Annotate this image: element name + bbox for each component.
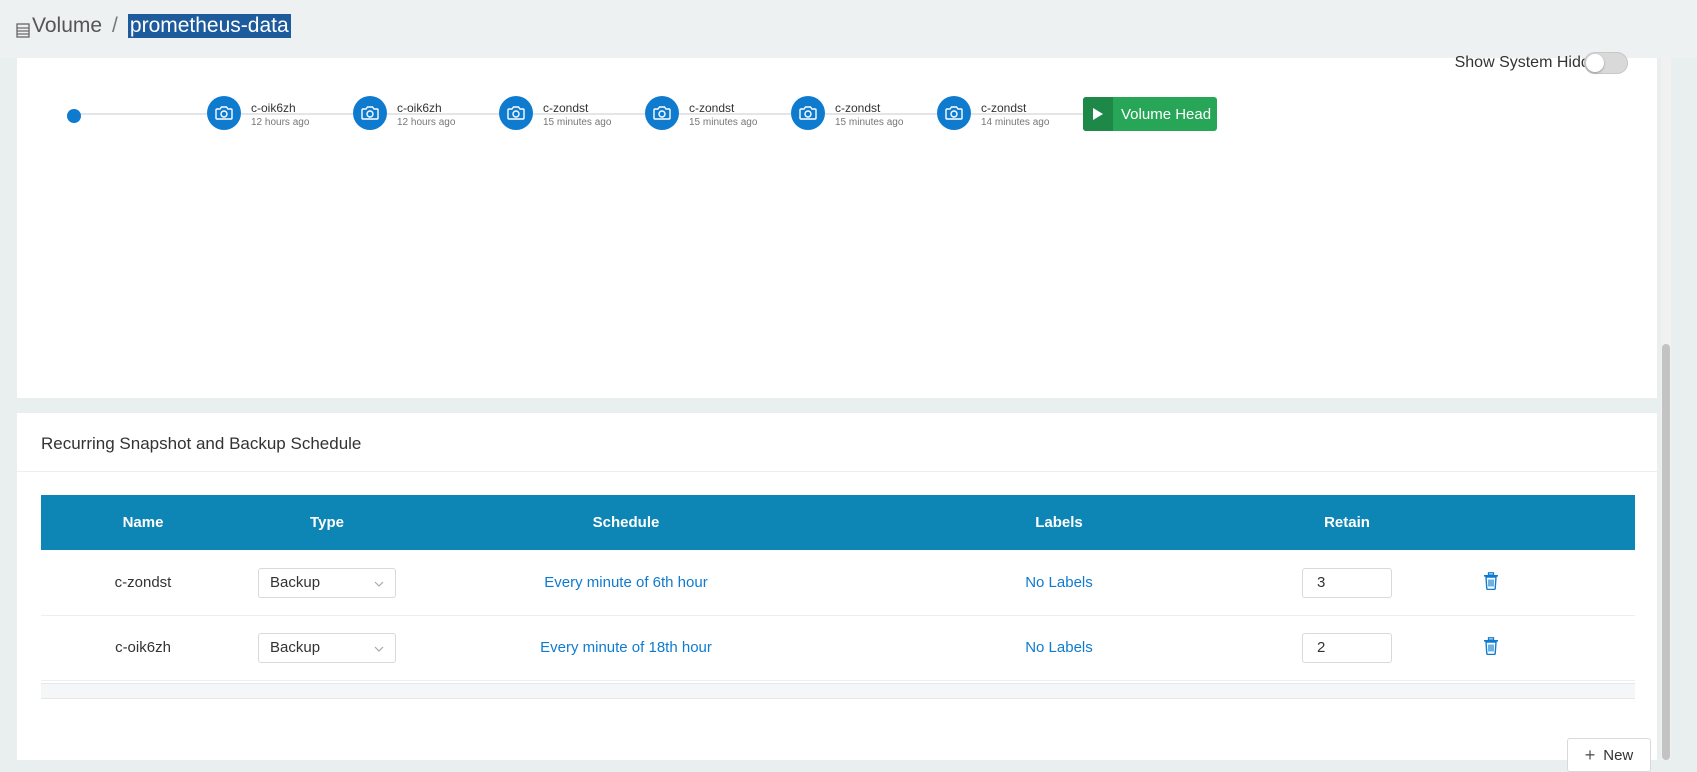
schedule-type-value: Backup xyxy=(270,639,321,656)
volume-head-button[interactable]: Volume Head xyxy=(1083,97,1217,131)
schedule-name: c-oik6zh xyxy=(115,639,171,656)
schedule-type-select[interactable]: Backup xyxy=(258,632,396,663)
column-header-schedule: Schedule xyxy=(592,514,660,531)
breadcrumb-current-volume: prometheus-data xyxy=(127,14,291,38)
camera-icon[interactable] xyxy=(499,96,533,130)
column-header-name: Name xyxy=(122,514,164,531)
retain-input[interactable] xyxy=(1302,632,1392,663)
snapshot-time: 15 minutes ago xyxy=(689,117,758,128)
schedule-type-cell: Backup xyxy=(258,550,396,615)
schedule-labels-cell: No Labels xyxy=(999,550,1119,615)
page-scrollbar[interactable] xyxy=(1661,58,1671,760)
camera-icon[interactable] xyxy=(791,96,825,130)
snapshot-time: 15 minutes ago xyxy=(543,117,612,128)
schedule-name-cell: c-oik6zh xyxy=(83,615,203,680)
snapshot-name: c-zondst xyxy=(689,101,735,115)
snapshot-name: c-zondst xyxy=(543,101,589,115)
schedule-labels-cell: No Labels xyxy=(999,615,1119,680)
column-header-retain: Retain xyxy=(1324,514,1370,531)
schedule-labels-link[interactable]: No Labels xyxy=(1025,574,1093,591)
recurring-schedule-panel: Recurring Snapshot and Backup Schedule N… xyxy=(17,413,1657,772)
column-header-labels: Labels xyxy=(1035,514,1083,531)
schedule-name: c-zondst xyxy=(114,574,172,591)
schedule-row: c-zondst Backup Every minute of 6th hour No… xyxy=(41,550,1635,616)
camera-icon[interactable] xyxy=(645,96,679,130)
schedule-cron-cell: Every minute of 18th hour xyxy=(501,615,751,680)
volume-list-icon xyxy=(16,20,30,38)
schedule-table-header: Name Type Schedule Labels Retain xyxy=(41,495,1635,550)
snapshot-name: c-oik6zh xyxy=(397,101,442,115)
column-header-type: Type xyxy=(310,514,344,531)
camera-icon[interactable] xyxy=(937,96,971,130)
schedule-cron-cell: Every minute of 6th hour xyxy=(501,550,751,615)
snapshot-time: 14 minutes ago xyxy=(981,117,1050,128)
retain-input[interactable] xyxy=(1302,567,1392,598)
snapshot-name: c-zondst xyxy=(981,101,1027,115)
snapshot-time: 15 minutes ago xyxy=(835,117,904,128)
snapshot-root-dot xyxy=(67,109,81,123)
schedule-title: Recurring Snapshot and Backup Schedule xyxy=(41,434,362,453)
show-system-hidden-toggle[interactable] xyxy=(1584,52,1628,74)
breadcrumb-volume-link[interactable]: Volume xyxy=(32,14,102,38)
breadcrumb: Volume / prometheus-data xyxy=(16,14,291,38)
schedule-labels-link[interactable]: No Labels xyxy=(1025,639,1093,656)
page-header: Volume / prometheus-data xyxy=(0,0,1697,58)
schedule-retain-cell xyxy=(1302,615,1392,680)
camera-icon[interactable] xyxy=(207,96,241,130)
chevron-down-icon xyxy=(374,574,384,591)
schedule-type-cell: Backup xyxy=(258,615,396,680)
chevron-down-icon xyxy=(374,639,384,656)
snapshot-time: 12 hours ago xyxy=(397,117,456,128)
schedule-name-cell: c-zondst xyxy=(83,550,203,615)
new-button-label: New xyxy=(1603,746,1634,764)
breadcrumb-separator: / xyxy=(112,14,118,37)
schedule-row: c-oik6zh Backup Every minute of 18th hour N… xyxy=(41,615,1635,681)
schedule-divider xyxy=(17,471,1657,472)
snapshot-name: c-zondst xyxy=(835,101,881,115)
plus-icon: + xyxy=(1584,744,1596,765)
play-icon xyxy=(1083,97,1113,131)
snapshot-name: c-oik6zh xyxy=(251,101,296,115)
schedule-type-value: Backup xyxy=(270,574,321,591)
schedule-retain-cell xyxy=(1302,550,1392,615)
schedule-cron-link[interactable]: Every minute of 6th hour xyxy=(544,574,707,591)
schedule-delete-cell xyxy=(1471,615,1511,680)
trash-icon[interactable] xyxy=(1483,636,1499,659)
schedule-cron-link[interactable]: Every minute of 18th hour xyxy=(540,639,712,656)
schedule-type-select[interactable]: Backup xyxy=(258,567,396,598)
volume-head-label: Volume Head xyxy=(1121,105,1212,123)
camera-icon[interactable] xyxy=(353,96,387,130)
snapshot-time: 12 hours ago xyxy=(251,117,310,128)
toggle-knob xyxy=(1586,54,1604,72)
schedule-table-footer xyxy=(41,683,1635,699)
trash-icon[interactable] xyxy=(1483,571,1499,594)
schedule-delete-cell xyxy=(1471,550,1511,615)
scrollbar-thumb[interactable] xyxy=(1662,344,1670,760)
new-schedule-button[interactable]: + New xyxy=(1567,738,1651,772)
